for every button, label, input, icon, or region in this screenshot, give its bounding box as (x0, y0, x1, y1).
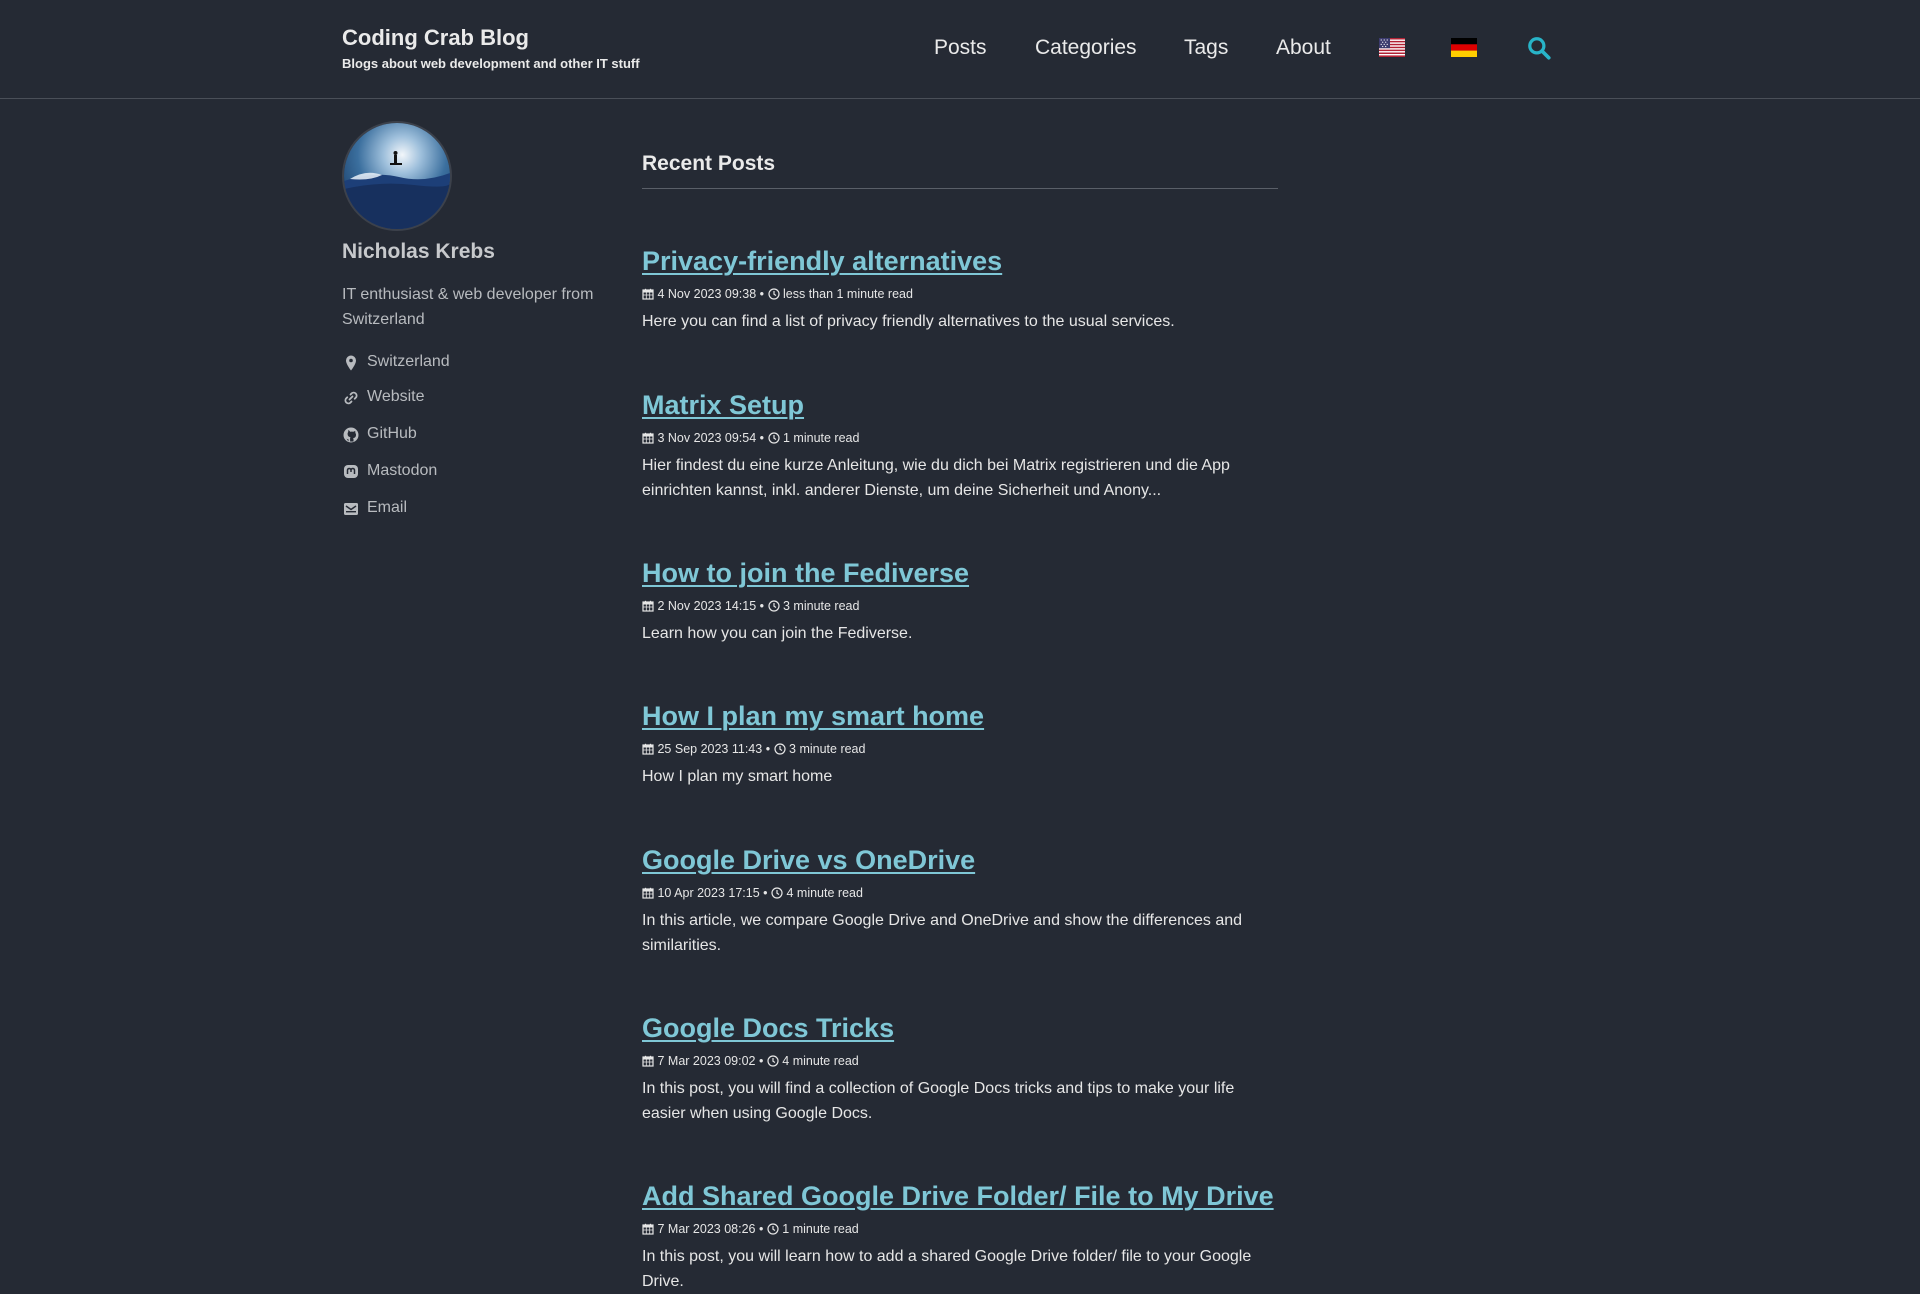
nav-tags[interactable]: Tags (1184, 36, 1228, 60)
post-read-time: less than 1 minute read (783, 287, 913, 301)
post-item: Add Shared Google Drive Folder/ File to … (642, 1179, 1282, 1294)
post-excerpt: Learn how you can join the Fediverse. (642, 625, 913, 642)
search-icon[interactable] (1526, 35, 1552, 61)
calendar-icon (642, 743, 654, 755)
post-date: 2 Nov 2023 14:15 (657, 599, 757, 613)
flag-de-icon[interactable] (1451, 38, 1477, 57)
clock-icon (767, 1055, 779, 1067)
site-subtitle: Blogs about web development and other IT… (342, 56, 640, 71)
post-title-link[interactable]: Add Shared Google Drive Folder/ File to … (642, 1179, 1282, 1213)
clock-icon (767, 288, 780, 300)
post-read-time: 3 minute read (783, 599, 860, 613)
post-date: 7 Mar 2023 09:02 (657, 1054, 756, 1068)
author-bio: IT enthusiast & web developer from Switz… (342, 286, 594, 328)
author-location-label: Switzerland (367, 353, 450, 370)
post-date: 25 Sep 2023 11:43 (657, 742, 763, 756)
calendar-icon (642, 432, 654, 444)
author-email-link[interactable]: Email (367, 499, 407, 517)
post-excerpt: In this post, you will learn how to add … (642, 1248, 1252, 1290)
calendar-icon (642, 887, 654, 899)
calendar-icon (642, 600, 654, 612)
post-meta: 25 Sep 2023 11:43 • 3 minute read (642, 741, 1282, 757)
post-title-link[interactable]: How to join the Fediverse (642, 556, 1282, 590)
post-excerpt: In this post, you will find a collection… (642, 1080, 1235, 1122)
post-meta: 10 Apr 2023 17:15 • 4 minute read (642, 885, 1282, 901)
site-title[interactable]: Coding Crab Blog (342, 25, 529, 51)
masthead: Coding Crab Blog Blogs about web develop… (0, 0, 1920, 99)
post-title-link[interactable]: Google Drive vs OneDrive (642, 843, 1282, 877)
clock-icon (773, 743, 786, 755)
nav-posts[interactable]: Posts (934, 36, 987, 60)
github-icon (343, 427, 359, 443)
heading-divider (642, 188, 1278, 189)
author-mastodon-link[interactable]: Mastodon (367, 462, 437, 480)
author-website-link[interactable]: Website (367, 388, 425, 406)
clock-icon (767, 600, 780, 612)
post-title-link[interactable]: Google Docs Tricks (642, 1011, 1282, 1045)
post-read-time: 1 minute read (782, 1222, 859, 1236)
post-excerpt: In this article, we compare Google Drive… (642, 912, 1243, 954)
page-title: Recent Posts (642, 152, 776, 175)
calendar-icon (642, 1223, 654, 1235)
email-icon (344, 503, 358, 515)
flag-us-icon[interactable] (1379, 38, 1405, 57)
post-item: Matrix Setup 3 Nov 2023 09:54 • 1 minute… (642, 388, 1282, 503)
clock-icon (767, 432, 780, 444)
author-name: Nicholas Krebs (342, 240, 495, 263)
post-title-link[interactable]: Matrix Setup (642, 388, 1282, 422)
nav-categories[interactable]: Categories (1035, 36, 1137, 60)
clock-icon (767, 1223, 779, 1235)
post-excerpt: How I plan my smart home (642, 768, 833, 785)
post-read-time: 4 minute read (786, 886, 863, 900)
post-meta: 7 Mar 2023 09:02 • 4 minute read (642, 1053, 1282, 1069)
post-excerpt: Here you can find a list of privacy frie… (642, 313, 1175, 330)
post-read-time: 4 minute read (782, 1054, 859, 1068)
author-github-link[interactable]: GitHub (367, 425, 417, 443)
post-meta: 7 Mar 2023 08:26 • 1 minute read (642, 1221, 1282, 1237)
post-title-link[interactable]: Privacy-friendly alternatives (642, 244, 1282, 278)
post-date: 3 Nov 2023 09:54 (657, 431, 757, 445)
link-icon (344, 391, 358, 405)
calendar-icon (642, 288, 654, 300)
post-excerpt: Hier findest du eine kurze Anleitung, wi… (642, 457, 1230, 499)
post-item: Google Docs Tricks 7 Mar 2023 09:02 • 4 … (642, 1011, 1282, 1126)
post-date: 7 Mar 2023 08:26 (657, 1222, 756, 1236)
calendar-icon (642, 1055, 654, 1067)
post-meta: 2 Nov 2023 14:15 • 3 minute read (642, 598, 1282, 614)
post-title-link[interactable]: How I plan my smart home (642, 699, 1282, 733)
post-date: 10 Apr 2023 17:15 (657, 886, 760, 900)
post-item: Google Drive vs OneDrive 10 Apr 2023 17:… (642, 843, 1282, 958)
post-date: 4 Nov 2023 09:38 (657, 287, 757, 301)
post-item: How to join the Fediverse 2 Nov 2023 14:… (642, 556, 1282, 646)
avatar (342, 121, 452, 231)
nav-about[interactable]: About (1276, 36, 1331, 60)
post-read-time: 3 minute read (789, 742, 866, 756)
post-item: Privacy-friendly alternatives 4 Nov 2023… (642, 244, 1282, 334)
post-read-time: 1 minute read (783, 431, 860, 445)
clock-icon (771, 887, 783, 899)
post-item: How I plan my smart home 25 Sep 2023 11:… (642, 699, 1282, 789)
post-meta: 4 Nov 2023 09:38 • less than 1 minute re… (642, 286, 1282, 302)
post-meta: 3 Nov 2023 09:54 • 1 minute read (642, 430, 1282, 446)
mastodon-icon (344, 465, 358, 478)
location-pin-icon (346, 355, 356, 371)
